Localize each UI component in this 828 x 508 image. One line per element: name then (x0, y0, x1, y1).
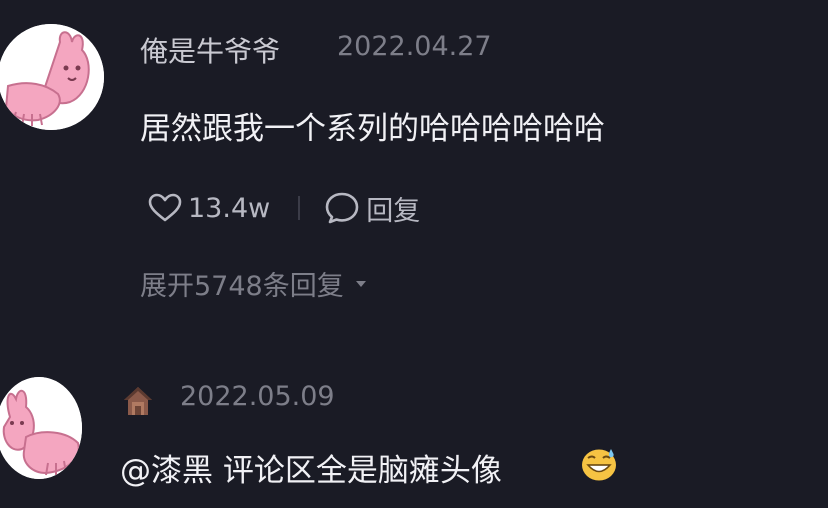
comment-date: 2022.05.09 (180, 381, 335, 412)
expand-replies-button[interactable]: 展开5748条回复 (140, 264, 366, 303)
pink-rabbit-icon (0, 377, 82, 479)
caret-down-icon (355, 280, 366, 287)
comment-text: 居然跟我一个系列的哈哈哈哈哈哈 (140, 111, 605, 147)
like-button[interactable]: 13.4w (148, 193, 270, 224)
grinning-sweat-emoji-icon (582, 449, 616, 481)
comment-text: @漆黑 评论区全是脑瘫头像 (120, 453, 502, 489)
expand-replies-label: 展开5748条回复 (140, 271, 344, 302)
user-avatar[interactable] (0, 24, 104, 130)
house-badge-icon (124, 387, 152, 415)
reply-label: 回复 (366, 195, 421, 227)
user-avatar[interactable] (0, 377, 82, 479)
speech-bubble-icon (325, 192, 359, 224)
comment-actions: 13.4w 回复 (148, 189, 420, 228)
like-count: 13.4w (188, 192, 271, 224)
comment-date: 2022.04.27 (337, 31, 492, 62)
pink-rabbit-icon (0, 24, 104, 130)
comment-section: 俺是牛爷爷 2022.04.27 居然跟我一个系列的哈哈哈哈哈哈 13.4w 回… (0, 0, 828, 508)
heart-icon (148, 193, 182, 222)
action-divider (298, 196, 301, 220)
comment-username[interactable]: 俺是牛爷爷 (140, 30, 280, 70)
reply-button[interactable]: 回复 (324, 189, 420, 228)
